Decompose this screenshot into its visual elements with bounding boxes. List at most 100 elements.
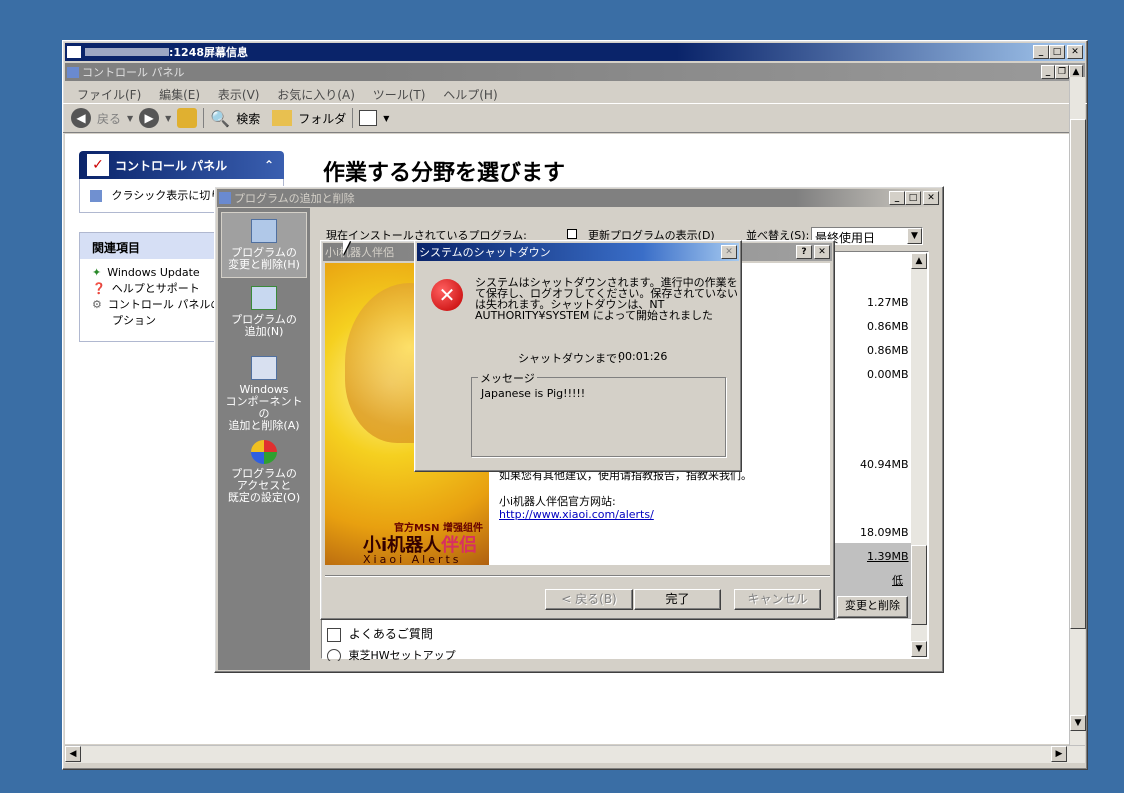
list-scrollbar[interactable]: ▲ ▼	[911, 253, 927, 657]
windows-components-tab[interactable]: Windows コンポーネントの 追加と削除(A)	[221, 352, 307, 432]
cp-minimize-button[interactable]: _	[1041, 65, 1055, 79]
banner-en: Xiaoi Alerts	[363, 553, 462, 565]
scroll-left-arrow-icon[interactable]: ◀	[65, 746, 81, 762]
menu-favorites[interactable]: お気に入り(A)	[277, 88, 355, 102]
finish-button[interactable]: 完了	[634, 589, 721, 610]
help-icon: ❓	[92, 282, 106, 295]
arp-icon	[219, 192, 231, 204]
back-button[interactable]: < 戻る(B)	[545, 589, 633, 610]
menu-file[interactable]: ファイル(F)	[77, 88, 141, 102]
change-remove-icon	[251, 219, 277, 243]
redacted-block	[85, 48, 169, 56]
outer-titlebar[interactable]: :1248屏幕信息 _ □ ✕	[65, 43, 1085, 61]
cp-title: コントロール パネル	[82, 66, 185, 79]
program-access-icon	[251, 440, 277, 464]
close-button[interactable]: ✕	[1067, 45, 1083, 59]
mouse-cursor	[343, 241, 350, 255]
add-programs-icon	[251, 286, 277, 310]
forward-dropdown-icon[interactable]: ▼	[165, 114, 171, 123]
faq-icon	[327, 627, 341, 642]
control-panel-icon	[67, 66, 79, 78]
horizontal-scrollbar[interactable]: ◀ ▶	[65, 745, 1085, 763]
search-icon[interactable]: 🔍	[210, 109, 230, 128]
scroll-right-arrow-icon[interactable]: ▶	[1051, 746, 1067, 762]
xiaoi-divider	[325, 575, 830, 577]
menu-tools[interactable]: ツール(T)	[373, 88, 426, 102]
message-group-label: メッセージ	[478, 370, 537, 386]
xiaoi-site-link[interactable]: http://www.xiaoi.com/alerts/	[499, 508, 654, 521]
selected-size: 1.39MB	[867, 550, 909, 563]
arp-minimize-button[interactable]: _	[889, 191, 905, 205]
menu-view[interactable]: 表示(V)	[218, 88, 260, 102]
views-icon[interactable]	[359, 110, 378, 126]
list-scroll-thumb[interactable]	[911, 545, 927, 625]
message-text: Japanese is Pig!!!!!	[481, 387, 586, 400]
toolbar-separator	[203, 108, 205, 128]
cp-side-title: コントロール パネル	[115, 158, 228, 173]
setup-icon	[327, 649, 341, 661]
cp-restore-button[interactable]: ❐	[1055, 65, 1069, 79]
list-scroll-up-icon[interactable]: ▲	[911, 253, 927, 269]
vertical-scrollbar[interactable]: ▼	[1069, 77, 1086, 749]
show-updates-checkbox[interactable]	[567, 229, 577, 239]
arp-maximize-button[interactable]: □	[905, 191, 921, 205]
search-label[interactable]: 検索	[236, 110, 260, 127]
minimize-button[interactable]: _	[1033, 45, 1049, 59]
message-group: メッセージ Japanese is Pig!!!!!	[471, 370, 726, 457]
error-icon: ✕	[431, 279, 463, 311]
scroll-down-arrow-icon[interactable]: ▼	[1070, 715, 1086, 731]
shutdown-title: システムのシャットダウン	[419, 246, 551, 259]
list-item[interactable]: よくあるご質問	[327, 625, 433, 642]
size-2: 0.86MB	[867, 320, 909, 333]
shutdown-close-button[interactable]: ✕	[721, 245, 737, 259]
list-item[interactable]: 東芝HWセットアップ	[327, 647, 456, 661]
toolbar-separator	[352, 108, 354, 128]
gear-icon: ⚙	[92, 298, 102, 311]
collapse-chevron-icon[interactable]: ⌃	[264, 158, 274, 172]
windows-update-icon: ✦	[92, 266, 102, 279]
usage-value: 低	[892, 574, 903, 587]
back-dropdown-icon[interactable]: ▼	[127, 114, 133, 123]
add-programs-tab[interactable]: プログラムの 追加(N)	[221, 282, 307, 348]
size-4: 0.00MB	[867, 368, 909, 381]
xiaoi-title: 小i机器人伴侶	[325, 246, 395, 259]
toolbar: ◀ 戻る ▼ ▶ ▼ 🔍 検索 フォルダ ▼	[63, 103, 1087, 133]
cp-titlebar[interactable]: コントロール パネル _ ❐ ▲	[65, 63, 1085, 81]
scroll-thumb[interactable]	[1070, 119, 1086, 629]
arp-sidebar: プログラムの 変更と削除(H) プログラムの 追加(N) Windows コンポ…	[218, 208, 310, 670]
xiaoi-help-button[interactable]: ?	[796, 245, 812, 259]
menu-help[interactable]: ヘルプ(H)	[443, 88, 497, 102]
shutdown-titlebar[interactable]: システムのシャットダウン ✕	[417, 243, 739, 261]
back-label[interactable]: 戻る	[97, 110, 121, 127]
forward-arrow-icon[interactable]: ▶	[139, 108, 160, 128]
folders-icon[interactable]	[272, 110, 293, 126]
arp-titlebar[interactable]: プログラムの追加と削除 _ □ ✕	[217, 189, 941, 207]
outer-title: :1248屏幕信息	[169, 46, 249, 59]
size-1: 1.27MB	[867, 296, 909, 309]
dropdown-arrow-icon[interactable]: ▼	[907, 228, 922, 244]
change-remove-button[interactable]: 変更と削除	[837, 596, 908, 618]
folders-label[interactable]: フォルダ	[298, 110, 346, 127]
arp-close-button[interactable]: ✕	[923, 191, 939, 205]
arp-title: プログラムの追加と削除	[234, 192, 355, 205]
program-access-tab[interactable]: プログラムの アクセスと 既定の設定(O)	[221, 436, 307, 516]
maximize-button[interactable]: □	[1049, 45, 1065, 59]
list-scroll-down-icon[interactable]: ▼	[911, 641, 927, 657]
size-5: 40.94MB	[860, 458, 909, 471]
countdown-label: シャットダウンまで：	[518, 352, 628, 365]
shutdown-dialog: システムのシャットダウン ✕ ✕ システムはシャットダウンされます。進行中の作業…	[414, 240, 742, 472]
control-panel-checkmark-icon: ✓	[87, 154, 109, 176]
page-heading: 作業する分野を選びます	[323, 161, 566, 186]
menu-bar: ファイル(F) 編集(E) 表示(V) お気に入り(A) ツール(T) ヘルプ(…	[63, 81, 1087, 103]
back-arrow-icon[interactable]: ◀	[71, 108, 91, 128]
classic-view-icon	[90, 190, 102, 202]
views-dropdown-icon[interactable]: ▼	[383, 114, 389, 123]
cp-side-header[interactable]: ✓ コントロール パネル ⌃	[79, 151, 284, 179]
size-3: 0.86MB	[867, 344, 909, 357]
up-folder-icon[interactable]	[177, 108, 198, 128]
xiaoi-close-button[interactable]: ✕	[814, 245, 830, 259]
app-icon	[67, 46, 81, 58]
cancel-button[interactable]: キャンセル	[734, 589, 821, 610]
change-remove-programs-tab[interactable]: プログラムの 変更と削除(H)	[221, 212, 307, 278]
menu-edit[interactable]: 編集(E)	[159, 88, 200, 102]
